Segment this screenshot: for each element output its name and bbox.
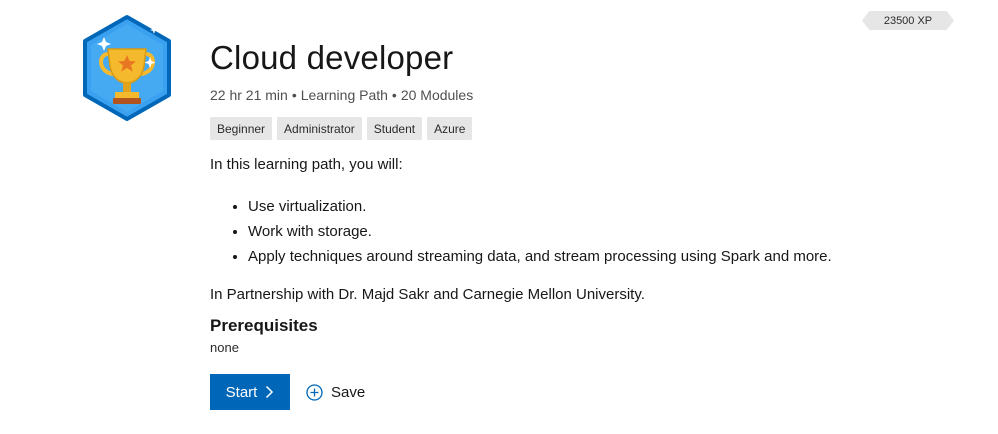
- objectives-list: Use virtualization. Work with storage. A…: [210, 194, 970, 269]
- prerequisites-heading: Prerequisites: [210, 316, 318, 335]
- save-button[interactable]: Save: [306, 384, 365, 401]
- trophy-hexagon-icon: [83, 15, 171, 121]
- partnership-note: In Partnership with Dr. Majd Sakr and Ca…: [210, 286, 645, 303]
- tag-list: Beginner Administrator Student Azure: [210, 117, 970, 140]
- learning-path-details: Cloud developer 22 hr 21 min • Learning Pa…: [210, 38, 970, 410]
- tag-azure: Azure: [427, 117, 473, 140]
- start-button[interactable]: Start: [210, 374, 290, 410]
- chevron-right-icon: [266, 385, 274, 399]
- module-count: 20 Modules: [400, 87, 474, 103]
- list-item: Work with storage.: [248, 219, 970, 244]
- action-bar: Start Save: [210, 374, 970, 410]
- meta-separator: •: [391, 87, 397, 103]
- xp-badge: 23500 XP: [862, 11, 954, 30]
- tag-student: Student: [366, 117, 423, 140]
- list-item: Use virtualization.: [248, 194, 970, 219]
- tag-administrator: Administrator: [277, 117, 362, 140]
- start-button-label: Start: [225, 383, 258, 401]
- learning-path-meta: 22 hr 21 min • Learning Path • 20 Modules: [210, 86, 970, 104]
- description-intro: In this learning path, you will:: [210, 156, 403, 173]
- plus-circle-icon: [306, 383, 323, 401]
- prerequisites-value: none: [210, 340, 239, 355]
- tag-beginner: Beginner: [210, 117, 273, 140]
- meta-separator: •: [291, 87, 297, 103]
- list-item: Apply techniques around streaming data, …: [248, 244, 970, 269]
- duration: 22 hr 21 min: [210, 87, 288, 103]
- save-button-label: Save: [331, 383, 366, 401]
- content-type: Learning Path: [300, 87, 388, 103]
- page-title: Cloud developer: [210, 39, 454, 76]
